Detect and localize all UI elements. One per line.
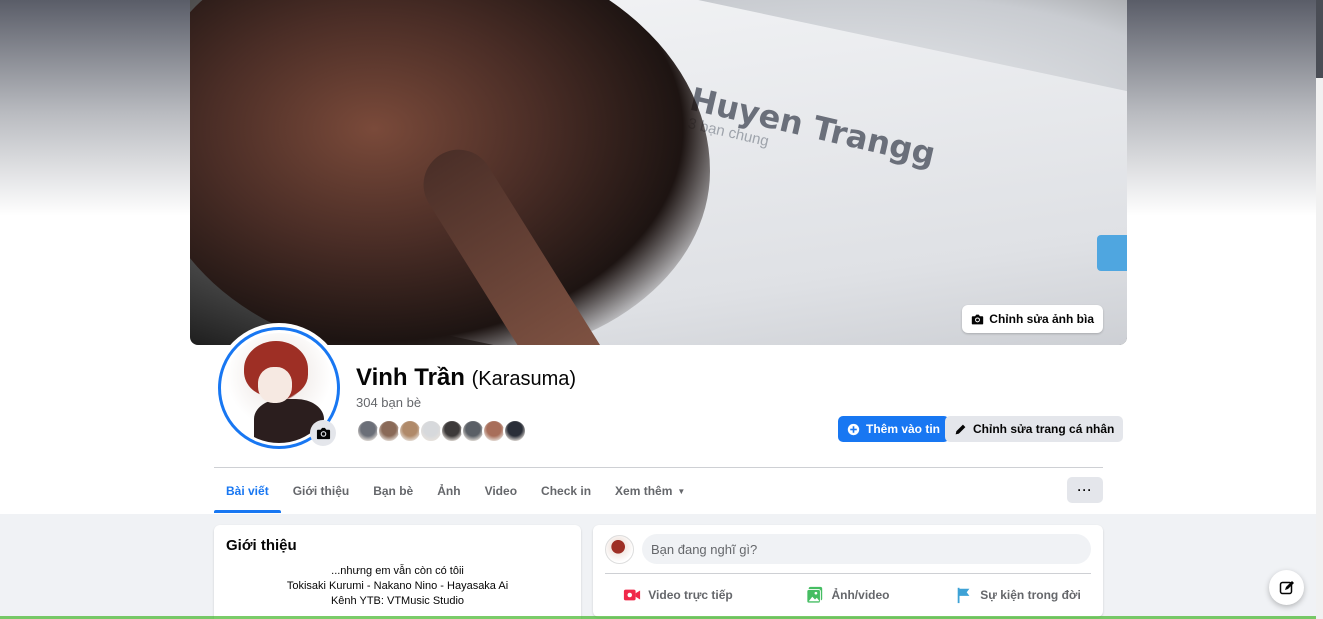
- composer-divider: [605, 573, 1091, 574]
- friend-avatar[interactable]: [503, 419, 527, 443]
- post-composer: Bạn đang nghĩ gì? Video trực tiếp Ảnh/vi…: [593, 525, 1103, 617]
- tab-label: Giới thiệu: [292, 484, 350, 498]
- edit-cover-photo-label: Chỉnh sửa ảnh bìa: [989, 312, 1094, 326]
- photo-video-button[interactable]: Ảnh/video: [763, 580, 933, 610]
- more-options-button[interactable]: ···: [1067, 477, 1103, 503]
- camera-icon: [972, 314, 984, 324]
- caret-down-icon: ▼: [677, 486, 686, 496]
- friend-count[interactable]: 304 bạn bè: [356, 395, 421, 410]
- compose-icon: [1279, 580, 1294, 594]
- life-event-button[interactable]: Sự kiện trong đời: [933, 580, 1103, 610]
- tab-friends[interactable]: Bạn bè: [361, 470, 425, 512]
- live-video-icon: [624, 589, 641, 601]
- update-profile-picture-button[interactable]: [310, 420, 336, 446]
- edit-profile-label: Chỉnh sửa trang cá nhân: [973, 422, 1115, 436]
- tab-posts[interactable]: Bài viết: [214, 470, 281, 513]
- intro-bio-line: Tokisaki Kurumi - Nakano Nino - Hayasaka…: [286, 580, 509, 592]
- intro-bio-line: ...nhưng em vẫn còn có tôii: [331, 565, 464, 577]
- intro-card: Giới thiệu ...nhưng em vẫn còn có tôii T…: [214, 525, 581, 619]
- tab-about[interactable]: Giới thiệu: [281, 470, 362, 512]
- intro-title: Giới thiệu: [226, 537, 297, 554]
- composer-input[interactable]: Bạn đang nghĩ gì?: [642, 534, 1091, 564]
- edit-cover-photo-button[interactable]: Chỉnh sửa ảnh bìa: [962, 305, 1103, 333]
- scrollbar-thumb[interactable]: [1316, 0, 1323, 78]
- profile-alt-name: (Karasuma): [471, 368, 577, 390]
- profile-display-name: Vinh Trần: [356, 364, 465, 391]
- camera-icon: [316, 427, 330, 439]
- friend-avatars: [356, 419, 527, 443]
- profile-divider: [214, 467, 1103, 468]
- photo-video-label: Ảnh/video: [831, 588, 890, 602]
- tab-check-ins[interactable]: Check in: [529, 470, 603, 512]
- add-to-story-label: Thêm vào tin: [866, 422, 941, 436]
- pencil-icon: [955, 424, 966, 434]
- scrollbar[interactable]: [1316, 0, 1323, 619]
- photo-icon: [806, 586, 823, 604]
- edit-profile-button[interactable]: Chỉnh sửa trang cá nhân: [945, 416, 1124, 442]
- tab-label: Bài viết: [226, 484, 269, 498]
- profile-name: Vinh Trần (Karasuma): [356, 364, 576, 392]
- tab-photos[interactable]: Ảnh: [425, 470, 472, 512]
- live-video-button[interactable]: Video trực tiếp: [593, 580, 763, 610]
- tab-label: Ảnh: [437, 484, 461, 498]
- life-event-label: Sự kiện trong đời: [980, 588, 1081, 602]
- tab-more[interactable]: Xem thêm ▼: [603, 470, 697, 512]
- add-to-story-button[interactable]: Thêm vào tin: [838, 416, 950, 442]
- flag-icon: [957, 587, 970, 604]
- intro-bio-line: Kênh YTB: VTMusic Studio: [330, 595, 465, 607]
- tab-label: Video: [484, 484, 518, 498]
- tab-videos[interactable]: Video: [473, 470, 529, 512]
- cover-photo[interactable]: Huyen Trangg 3 bạn chung Chỉnh sửa ảnh b…: [190, 0, 1127, 345]
- new-message-button[interactable]: [1269, 570, 1304, 605]
- tab-label: Xem thêm: [615, 484, 673, 498]
- tab-label: Check in: [541, 484, 592, 498]
- composer-avatar[interactable]: [605, 535, 634, 564]
- plus-circle-icon: [847, 423, 860, 435]
- live-video-label: Video trực tiếp: [648, 588, 733, 602]
- tab-label: Bạn bè: [373, 484, 414, 498]
- profile-tabs: Bài viết Giới thiệu Bạn bè Ảnh Video Che…: [214, 470, 697, 514]
